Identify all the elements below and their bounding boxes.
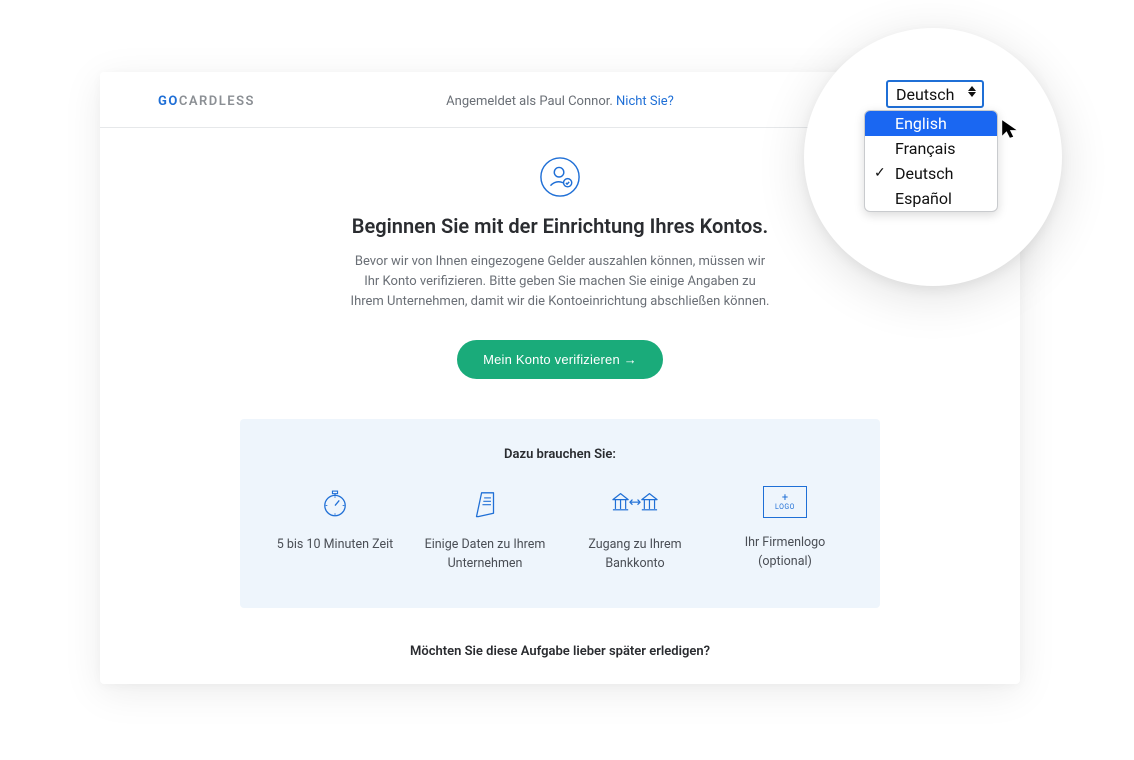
- brand-logo: GOCARDLESS: [158, 94, 255, 109]
- user-verify-icon: [539, 156, 581, 198]
- language-menu: English Français ✓ Deutsch Español: [864, 110, 998, 212]
- language-option-label: English: [895, 114, 947, 133]
- clipboard-icon: [468, 486, 502, 520]
- requirements-heading: Dazu brauchen Sie:: [260, 447, 860, 462]
- signed-in-text: Angemeldet als Paul Connor. Nicht Sie?: [446, 94, 674, 109]
- logo-placeholder-icon: + LOGO: [763, 486, 807, 518]
- bank-transfer-icon: [608, 486, 662, 520]
- requirement-time: 5 bis 10 Minuten Zeit: [260, 486, 410, 574]
- hero-body: Bevor wir von Ihnen eingezogene Gelder a…: [350, 252, 770, 312]
- brand-logo-go: GO: [158, 94, 179, 109]
- requirements-panel: Dazu brauchen Sie: 5 bis 10 Minuten Zeit: [240, 419, 880, 608]
- language-option-label: Français: [895, 139, 956, 158]
- language-option-espanol[interactable]: Español: [865, 186, 997, 211]
- logo-word: LOGO: [775, 503, 795, 512]
- language-option-label: Deutsch: [895, 164, 953, 183]
- language-zoom-callout: Deutsch English Français ✓ Deutsch Españ…: [804, 28, 1062, 286]
- requirement-time-label: 5 bis 10 Minuten Zeit: [268, 536, 402, 555]
- stopwatch-icon: [318, 486, 352, 520]
- not-you-link[interactable]: Nicht Sie?: [616, 94, 674, 109]
- requirement-company-data: Einige Daten zu Ihrem Unternehmen: [410, 486, 560, 574]
- brand-logo-rest: CARDLESS: [179, 94, 255, 109]
- cursor-icon: [1000, 118, 1022, 140]
- language-option-english[interactable]: English: [865, 111, 997, 136]
- language-option-deutsch[interactable]: ✓ Deutsch: [865, 161, 997, 186]
- do-later-heading: Möchten Sie diese Aufgabe lieber später …: [100, 644, 1020, 659]
- requirement-bank-access: Zugang zu Ihrem Bankkonto: [560, 486, 710, 574]
- select-caret-icon: [966, 86, 978, 97]
- requirement-bank-label: Zugang zu Ihrem Bankkonto: [568, 536, 702, 574]
- language-select[interactable]: Deutsch: [886, 80, 984, 108]
- requirement-logo-label: Ihr Firmenlogo (optional): [718, 534, 852, 572]
- checkmark-icon: ✓: [874, 165, 886, 181]
- requirement-logo: + LOGO Ihr Firmenlogo (optional): [710, 486, 860, 574]
- language-option-francais[interactable]: Français: [865, 136, 997, 161]
- logo-plus: +: [782, 492, 788, 503]
- hero-title: Beginnen Sie mit der Einrichtung Ihres K…: [280, 214, 840, 238]
- signed-in-user: Paul Connor: [539, 94, 609, 109]
- requirement-company-label: Einige Daten zu Ihrem Unternehmen: [418, 536, 552, 574]
- signed-in-prefix: Angemeldet als: [446, 94, 539, 109]
- language-select-current: Deutsch: [896, 85, 954, 104]
- verify-account-button[interactable]: Mein Konto verifizieren →: [457, 340, 663, 379]
- requirements-row: 5 bis 10 Minuten Zeit Einige Daten zu Ih…: [260, 486, 860, 574]
- language-option-label: Español: [895, 189, 952, 208]
